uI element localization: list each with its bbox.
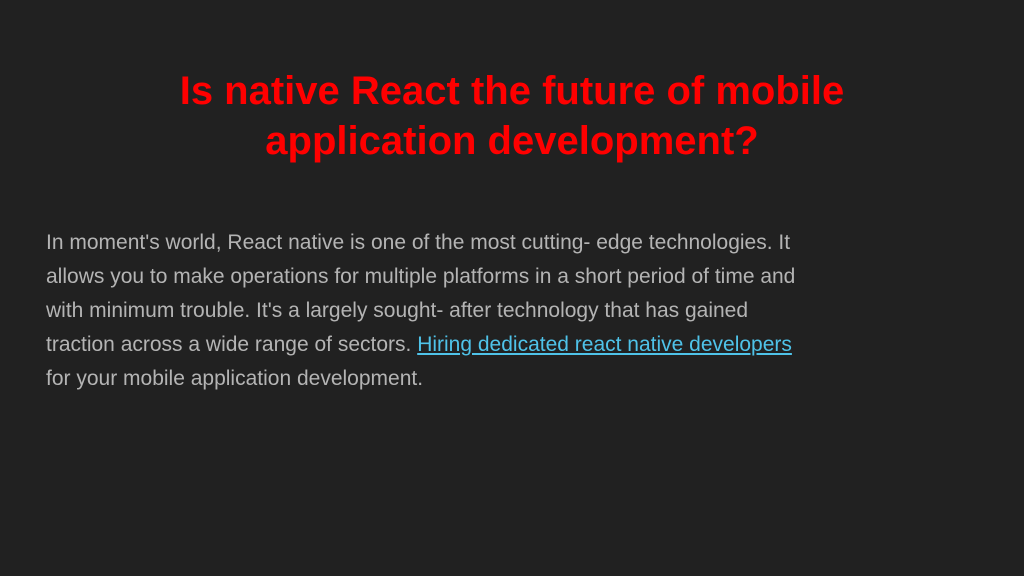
- body-line-3: with minimum trouble. It's a largely sou…: [46, 299, 749, 322]
- slide: Is native React the future of mobile app…: [0, 0, 1024, 576]
- slide-title: Is native React the future of mobile app…: [60, 66, 964, 166]
- body-line-4: traction across a wide range of sectors.: [46, 333, 412, 356]
- body-line-5: for your mobile application development.: [46, 367, 424, 390]
- body-paragraph: In moment's world, React native is one o…: [46, 226, 986, 396]
- title-line-2: application development?: [265, 119, 759, 163]
- hire-developers-link[interactable]: Hiring dedicated react native developers: [417, 333, 792, 356]
- title-line-1: Is native React the future of mobile: [179, 69, 845, 113]
- body-line-2: allows you to make operations for multip…: [46, 265, 796, 288]
- body-line-1: In moment's world, React native is one o…: [46, 231, 791, 254]
